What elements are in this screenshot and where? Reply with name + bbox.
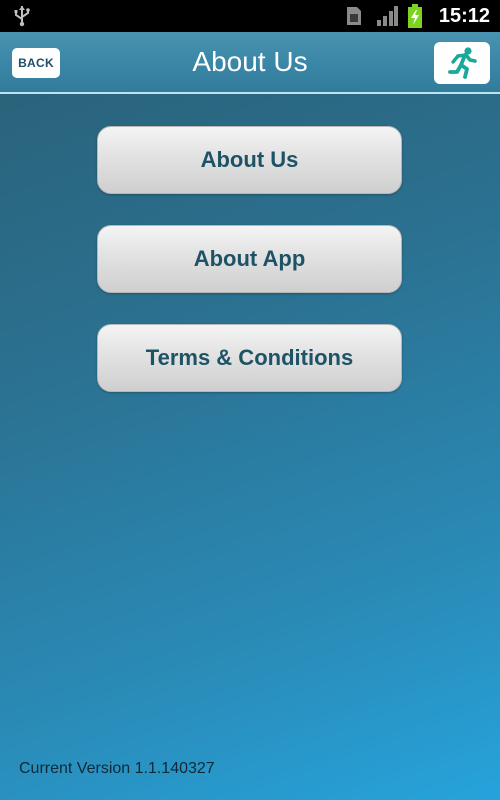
status-bar: 15:12 (0, 0, 500, 32)
run-button[interactable] (434, 42, 490, 84)
about-app-button[interactable]: About App (97, 225, 402, 293)
app-header: About Us BACK (0, 32, 500, 94)
usb-icon (14, 6, 30, 27)
about-us-button[interactable]: About Us (97, 126, 402, 194)
status-clock: 15:12 (438, 5, 490, 27)
signal-icon (377, 6, 398, 26)
version-text: Current Version 1.1.140327 (19, 760, 215, 777)
back-button[interactable]: BACK (12, 48, 60, 78)
battery-charging-icon (408, 4, 422, 28)
page-title: About Us (192, 46, 308, 77)
terms-conditions-button[interactable]: Terms & Conditions (97, 324, 402, 392)
running-person-icon (448, 47, 477, 79)
app-screen: 15:12 About Us BACK About Us About App T… (0, 0, 500, 800)
sim-card-icon (347, 7, 361, 25)
